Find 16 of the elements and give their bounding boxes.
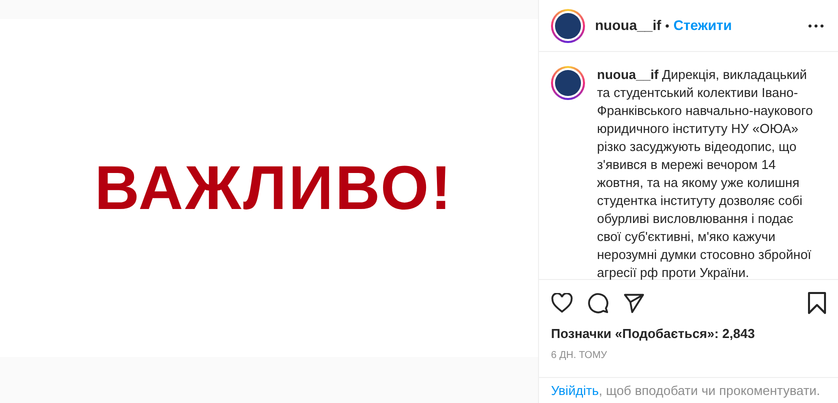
comment-icon[interactable]	[587, 292, 609, 314]
send-icon[interactable]	[623, 293, 645, 313]
post-image-text: ВАЖЛИВО!	[94, 152, 454, 224]
username-link[interactable]: nuoua__if	[595, 15, 662, 36]
login-prompt: Увійдіть, щоб вподобати чи прокоментувати.	[551, 382, 820, 400]
avatar-icon[interactable]	[551, 8, 585, 42]
separator: •	[665, 18, 670, 34]
follow-link[interactable]: Стежити	[673, 15, 732, 36]
avatar-icon[interactable]	[551, 66, 585, 100]
likes-count: Позначки «Подобається»: 2,843	[550, 325, 756, 343]
heart-icon[interactable]	[551, 293, 573, 313]
bookmark-icon[interactable]	[808, 292, 826, 314]
post-time: 6 ДН. ТОМУ	[550, 348, 608, 362]
login-link[interactable]: Увійдіть	[551, 382, 599, 398]
caption-text: nuoua__if Дирекція, викладацький та студентський колективи Івано-Франківського навчально-наукового юридичного інституту НУ «ОЮА» різко засуджують відеодопис, що з'явився в мережі вечором 14 жовтня, та на якому уже колишня студентка інституту дозволяє собі обурливі висловлювання і подає свої суб'єктивні, м'яко кажучи нерозумні думки стосовно збройної агресії рф проти України.	[597, 66, 814, 279]
more-icon[interactable]	[808, 24, 824, 28]
